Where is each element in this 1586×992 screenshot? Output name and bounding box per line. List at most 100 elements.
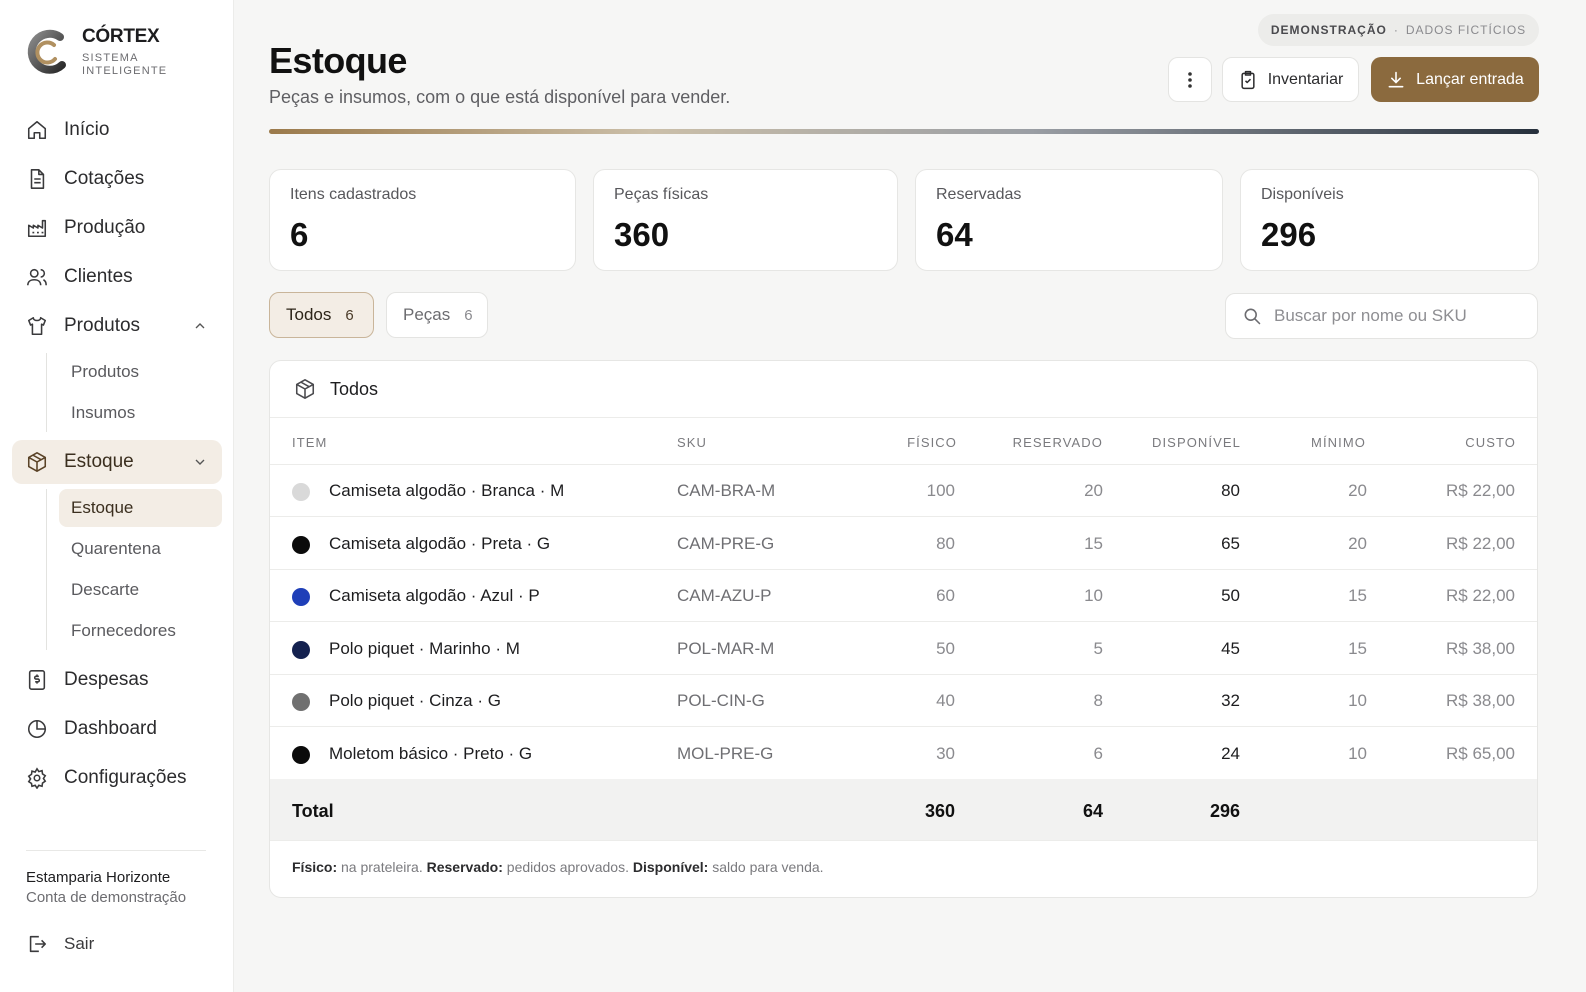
cell-minimo: 20 <box>1348 533 1367 553</box>
clipboard-check-icon <box>1238 70 1258 90</box>
table-row[interactable]: Camiseta algodão · Branca · M CAM-BRA-M 10… <box>270 465 1537 517</box>
cell-item: Moletom básico · Preto · G <box>329 743 533 763</box>
logout-button[interactable]: Sair <box>26 933 94 955</box>
column-header-fisico[interactable]: FÍSICO <box>855 435 957 450</box>
sidebar-item-estoque[interactable]: Estoque <box>12 440 222 484</box>
sidebar-subitem-quarentena[interactable]: Quarentena <box>59 530 222 568</box>
cell-minimo: 10 <box>1348 691 1367 710</box>
column-header-minimo[interactable]: MÍNIMO <box>1267 435 1366 450</box>
sidebar-item-producao[interactable]: Produção <box>12 206 222 250</box>
logout-icon <box>26 933 48 955</box>
sidebar-item-cotacoes[interactable]: Cotações <box>12 157 222 201</box>
cell-item: Camiseta algodão · Preta · G <box>329 533 551 553</box>
cell-sku: CAM-PRE-G <box>677 533 775 553</box>
column-header-disponivel[interactable]: DISPONÍVEL <box>1120 435 1241 450</box>
legend-text-reservado: pedidos aprovados. <box>502 859 629 875</box>
sidebar-item-dashboard[interactable]: Dashboard <box>12 707 222 751</box>
stat-label: Itens cadastrados <box>290 186 417 203</box>
column-header-item[interactable]: ITEM <box>292 435 327 450</box>
cell-custo: R$ 65,00 <box>1446 743 1515 763</box>
submenu-produtos: Produtos Insumos <box>46 353 222 432</box>
sidebar-item-label: Clientes <box>64 266 133 287</box>
sidebar-item-label: Configurações <box>64 767 187 788</box>
demo-badge-separator: · <box>1393 23 1399 37</box>
demo-badge-main: DEMONSTRAÇÃO <box>1270 23 1387 37</box>
sidebar-subitem-descarte[interactable]: Descarte <box>59 571 222 609</box>
stat-value: 360 <box>614 216 670 253</box>
cell-disponivel: 80 <box>1221 481 1240 500</box>
table-row[interactable]: Polo piquet · Marinho · M POL-MAR-M 50 5 45 1… <box>270 623 1537 675</box>
box-icon <box>26 451 48 473</box>
table-header: ITEM SKU FÍSICO RESERVADO DISPONÍVEL MÍN… <box>270 418 1537 465</box>
table-row[interactable]: Moletom básico · Preto · G MOL-PRE-G 30 6 24… <box>270 728 1537 780</box>
legend-key-reservado: Reservado: <box>422 859 503 875</box>
cell-custo: R$ 22,00 <box>1446 481 1515 500</box>
cell-sku: POL-CIN-G <box>677 691 765 710</box>
cell-fisico: 100 <box>926 481 955 500</box>
stat-card-reserved: Reservadas 64 <box>915 169 1223 271</box>
column-header-sku[interactable]: SKU <box>677 435 707 450</box>
cell-sku: MOL-PRE-G <box>677 743 774 763</box>
sidebar-item-clientes[interactable]: Clientes <box>12 255 222 299</box>
cell-fisico: 60 <box>936 586 955 605</box>
stat-value: 6 <box>290 216 309 253</box>
cell-disponivel: 50 <box>1221 586 1240 605</box>
sidebar-item-configuracoes[interactable]: Configurações <box>12 756 222 800</box>
cell-fisico: 30 <box>936 743 955 763</box>
receipt-icon <box>26 669 48 691</box>
sidebar-item-inicio[interactable]: Início <box>12 108 222 152</box>
cell-disponivel: 45 <box>1221 638 1240 658</box>
logout-label: Sair <box>64 934 95 953</box>
org-subtitle: Conta de demonstração <box>26 889 187 906</box>
legend-text-disponivel: saldo para venda. <box>708 859 824 875</box>
search-box[interactable] <box>1225 293 1538 339</box>
gear-icon <box>26 767 48 789</box>
table-title: Todos <box>330 378 379 399</box>
stat-card-physical: Peças físicas 360 <box>593 169 898 271</box>
color-swatch-icon <box>292 745 310 764</box>
filter-chip-pecas[interactable]: Peças 6 <box>386 292 488 338</box>
cell-reservado: 20 <box>1084 481 1103 500</box>
cell-reservado: 15 <box>1084 533 1103 553</box>
cell-reservado: 10 <box>1084 586 1103 605</box>
search-input[interactable] <box>1274 306 1514 326</box>
total-disponivel: 296 <box>1209 801 1240 821</box>
chevron-down-icon[interactable] <box>192 454 208 470</box>
cortex-logo-icon <box>24 27 68 77</box>
account-info: Estamparia Horizonte Conta de demonstraç… <box>26 850 206 906</box>
filter-chip-count: 6 <box>464 306 473 324</box>
sidebar-item-label: Despesas <box>64 669 149 690</box>
sidebar-item-produtos[interactable]: Produtos <box>12 304 222 348</box>
table-row[interactable]: Polo piquet · Cinza · G POL-CIN-G 40 8 32 10 R… <box>270 675 1537 727</box>
search-icon <box>1242 306 1262 326</box>
org-name: Estamparia Horizonte <box>26 869 171 886</box>
column-header-reservado[interactable]: RESERVADO <box>970 435 1103 450</box>
more-options-button[interactable] <box>1168 57 1212 102</box>
table-row[interactable]: Camiseta algodão · Preta · G CAM-PRE-G 80 1… <box>270 518 1537 570</box>
sidebar-subitem-estoque[interactable]: Estoque <box>59 489 222 527</box>
table-row[interactable]: Camiseta algodão · Azul · P CAM-AZU-P 60 10… <box>270 570 1537 622</box>
sidebar-subitem-produtos[interactable]: Produtos <box>59 353 222 391</box>
stat-label: Disponíveis <box>1261 186 1344 203</box>
cell-minimo: 10 <box>1348 743 1367 763</box>
stat-card-items: Itens cadastrados 6 <box>269 169 576 271</box>
chevron-up-icon[interactable] <box>192 318 208 334</box>
sidebar-item-despesas[interactable]: Despesas <box>12 658 222 702</box>
color-swatch-icon <box>292 693 310 711</box>
cell-custo: R$ 38,00 <box>1446 638 1515 658</box>
page-subtitle: Peças e insumos, com o que está disponív… <box>269 87 731 107</box>
brand[interactable]: CÓRTEX SISTEMA INTELIGENTE <box>24 26 172 78</box>
column-header-custo[interactable]: CUSTO <box>1415 435 1516 450</box>
add-entry-button[interactable]: Lançar entrada <box>1371 57 1539 102</box>
cell-disponivel: 65 <box>1221 533 1240 553</box>
sidebar-subitem-insumos[interactable]: Insumos <box>59 394 222 432</box>
filter-chip-todos[interactable]: Todos 6 <box>269 292 374 338</box>
table-legend: Físico: na prateleira. Reservado: pedido… <box>292 859 824 875</box>
color-swatch-icon <box>292 483 310 501</box>
legend-key-fisico: Físico: <box>292 859 338 875</box>
inventory-button[interactable]: Inventariar <box>1222 57 1359 102</box>
cell-item: Polo piquet · Marinho · M <box>329 638 520 658</box>
document-icon <box>26 168 48 190</box>
sidebar-subitem-fornecedores[interactable]: Fornecedores <box>59 612 222 650</box>
legend-text-fisico: na prateleira. <box>337 859 423 875</box>
